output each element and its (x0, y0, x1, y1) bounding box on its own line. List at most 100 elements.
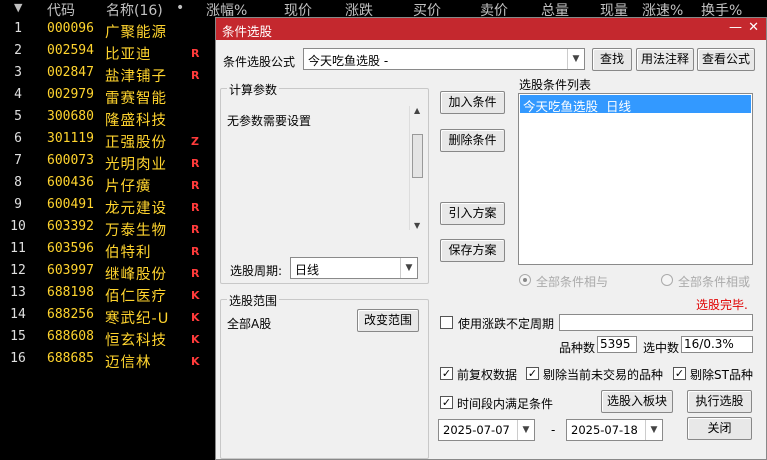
date-to-value: 2025-07-18 (571, 423, 638, 437)
status-text: 选股完毕. (696, 298, 748, 312)
row-number: 11 (10, 241, 26, 256)
condition-list[interactable]: 今天吃鱼选股 日线 (518, 93, 753, 265)
fq-label: 前复权数据 (457, 368, 518, 382)
use-period-checkbox[interactable] (440, 316, 453, 329)
date-to-picker[interactable]: 2025-07-18 ▼ (566, 419, 663, 441)
stock-code: 002847 (47, 65, 94, 80)
list-header: ▼ 代码 名称(16) • 涨幅% 现价 涨跌 买价 卖价 总量 现量 涨速% … (0, 0, 767, 20)
table-row[interactable]: 12 603997 继峰股份 R (0, 261, 215, 283)
table-row[interactable]: 16 688685 迈信林 K (0, 349, 215, 371)
exclude-untraded-label: 剔除当前未交易的品种 (543, 368, 664, 382)
view-formula-button[interactable]: 查看公式 (697, 48, 755, 71)
row-number: 6 (14, 131, 22, 146)
table-row[interactable]: 14 688256 寒武纪-U K (0, 305, 215, 327)
radio-and[interactable] (519, 274, 531, 286)
stock-code: 603392 (47, 219, 94, 234)
change-range-button[interactable]: 改变范围 (357, 309, 419, 332)
minimize-icon[interactable]: — (729, 20, 742, 35)
table-row[interactable]: 8 600436 片仔癀 R (0, 173, 215, 195)
row-number: 10 (10, 219, 26, 234)
table-row[interactable]: 6 301119 正强股份 Z (0, 129, 215, 151)
radio-or[interactable] (661, 274, 673, 286)
table-row[interactable]: 15 688608 恒玄科技 K (0, 327, 215, 349)
import-plan-button[interactable]: 引入方案 (440, 202, 505, 225)
fq-checkbox[interactable]: ✓ (440, 367, 453, 380)
stock-flag: R (191, 223, 200, 236)
dialog-title: 条件选股 (222, 24, 273, 39)
time-range-checkbox[interactable]: ✓ (440, 396, 453, 409)
sort-arrow-icon[interactable]: ▼ (14, 1, 22, 14)
to-block-button[interactable]: 选股入板块 (601, 390, 673, 413)
stock-code: 600491 (47, 197, 94, 212)
table-row[interactable]: 4 002979 雷赛智能 (0, 85, 215, 107)
stock-name: 继峰股份 (105, 267, 167, 283)
stock-code: 688256 (47, 307, 94, 322)
chevron-down-icon[interactable]: ▼ (517, 420, 534, 440)
formula-select[interactable]: 今天吃鱼选股 - ▼ (303, 48, 585, 70)
period-select[interactable]: 日线 ▼ (290, 257, 418, 279)
stock-flag: K (191, 333, 200, 346)
delete-condition-button[interactable]: 删除条件 (440, 129, 505, 152)
stock-code: 688685 (47, 351, 94, 366)
condition-list-item[interactable]: 今天吃鱼选股 日线 (520, 95, 751, 114)
stock-name: 迈信林 (105, 355, 152, 371)
radio-and-label: 全部条件相与 (536, 275, 609, 289)
table-row[interactable]: 3 002847 盐津铺子 R (0, 63, 215, 85)
table-row[interactable]: 2 002594 比亚迪 R (0, 41, 215, 63)
table-row[interactable]: 11 603596 伯特利 R (0, 239, 215, 261)
row-number: 3 (14, 65, 22, 80)
table-row[interactable]: 13 688198 佰仁医疗 K (0, 283, 215, 305)
chevron-down-icon[interactable]: ▼ (400, 258, 417, 278)
stock-flag: R (191, 245, 200, 258)
exclude-untraded-checkbox[interactable]: ✓ (526, 367, 539, 380)
stock-code: 600436 (47, 175, 94, 190)
stock-name: 寒武纪-U (105, 311, 170, 327)
use-period-input[interactable] (559, 314, 753, 331)
stock-flag: R (191, 201, 200, 214)
find-button[interactable]: 查找 (592, 48, 632, 71)
stock-name: 盐津铺子 (105, 69, 167, 85)
date-from-picker[interactable]: 2025-07-07 ▼ (438, 419, 535, 441)
stock-name: 雷赛智能 (105, 91, 167, 107)
row-number: 16 (10, 351, 26, 366)
stock-name: 比亚迪 (105, 47, 152, 63)
chevron-down-icon[interactable]: ▼ (567, 49, 584, 69)
stock-name: 广聚能源 (105, 25, 167, 41)
stock-flag: K (191, 289, 200, 302)
add-condition-button[interactable]: 加入条件 (440, 91, 505, 114)
count-label: 品种数 (559, 341, 596, 355)
stock-code: 688608 (47, 329, 94, 344)
scroll-thumb[interactable] (412, 134, 423, 178)
stock-flag: Z (191, 135, 199, 148)
dialog-title-bar[interactable]: 条件选股 — ✕ (216, 18, 766, 40)
stock-code: 300680 (47, 109, 94, 124)
time-range-label: 时间段内满足条件 (457, 397, 554, 411)
stock-name: 片仔癀 (105, 179, 152, 195)
save-plan-button[interactable]: 保存方案 (440, 239, 505, 262)
row-number: 4 (14, 87, 22, 102)
close-icon[interactable]: ✕ (748, 20, 759, 35)
stock-flag: K (191, 355, 200, 368)
formula-value: 今天吃鱼选股 - (308, 54, 389, 68)
selected-value: 16/0.3% (684, 337, 734, 351)
col-name[interactable]: 名称(16) (106, 0, 163, 20)
table-row[interactable]: 7 600073 光明肉业 R (0, 151, 215, 173)
close-button[interactable]: 关闭 (687, 417, 752, 440)
col-code[interactable]: 代码 (47, 0, 75, 20)
run-select-button[interactable]: 执行选股 (687, 390, 752, 413)
table-row[interactable]: 9 600491 龙元建设 R (0, 195, 215, 217)
exclude-st-checkbox[interactable]: ✓ (673, 367, 686, 380)
table-row[interactable]: 10 603392 万泰生物 R (0, 217, 215, 239)
table-row[interactable]: 1 000096 广聚能源 (0, 19, 215, 41)
params-scrollbar[interactable]: ▲ ▼ (409, 106, 424, 230)
scroll-down-icon[interactable]: ▼ (414, 221, 420, 230)
range-label: 选股范围 (227, 292, 280, 309)
stock-code: 000096 (47, 21, 94, 36)
stock-code: 603596 (47, 241, 94, 256)
stock-code: 688198 (47, 285, 94, 300)
usage-notes-button[interactable]: 用法注释 (636, 48, 694, 71)
chevron-down-icon[interactable]: ▼ (645, 420, 662, 440)
scroll-up-icon[interactable]: ▲ (414, 106, 420, 115)
table-row[interactable]: 5 300680 隆盛科技 (0, 107, 215, 129)
stock-code: 301119 (47, 131, 94, 146)
